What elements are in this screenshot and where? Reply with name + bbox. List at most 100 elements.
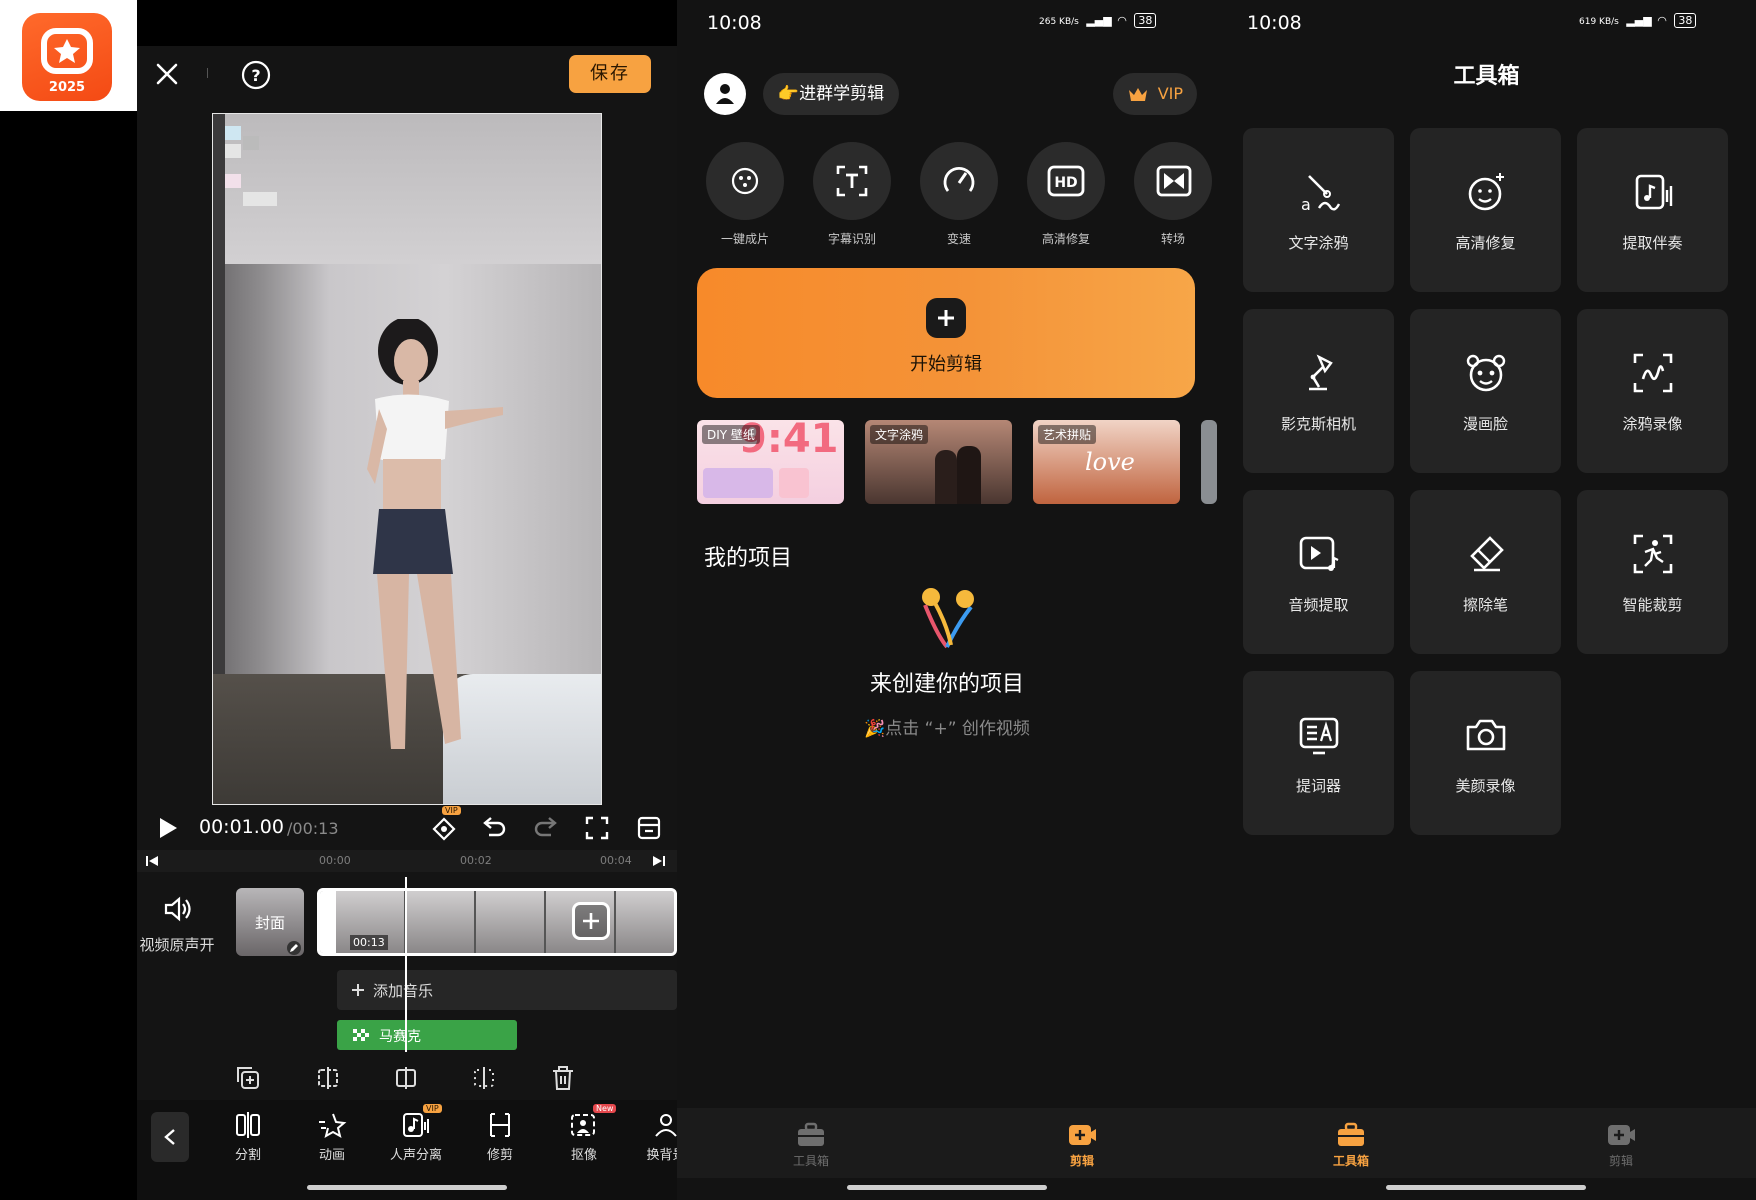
hd-badge-text: HD: [1054, 175, 1077, 191]
tool-label: 文字涂鸦: [1288, 234, 1349, 252]
quick-tool-label: 变速: [946, 232, 971, 246]
join-group-button[interactable]: 👉进群学剪辑: [763, 73, 899, 115]
fullscreen-icon[interactable]: [585, 816, 609, 840]
template-bike-card: [703, 468, 773, 498]
quick-tool-subtitle[interactable]: 字幕识别: [812, 142, 892, 247]
save-button[interactable]: 保存: [569, 55, 651, 93]
quick-tool-transition[interactable]: 转场: [1133, 142, 1213, 247]
copy-icon[interactable]: [235, 1065, 261, 1091]
user-avatar[interactable]: [704, 73, 746, 115]
home-indicator: [1386, 1185, 1586, 1190]
tool-label: 漫画脸: [1462, 415, 1508, 433]
undo-icon[interactable]: [481, 817, 507, 839]
delete-icon[interactable]: [551, 1065, 575, 1091]
change-bg-icon: [655, 1114, 677, 1137]
tool-vocal-separate[interactable]: 人声分离 VIP: [381, 1104, 451, 1163]
mosaic-effect-track[interactable]: 马赛克: [337, 1020, 517, 1050]
tool-label: 抠像: [570, 1148, 597, 1163]
vip-button[interactable]: VIP: [1113, 73, 1197, 115]
play-star-icon: [41, 28, 93, 74]
tool-label: 分割: [234, 1148, 261, 1163]
hd-repair-icon: HD: [1047, 165, 1085, 197]
back-button[interactable]: [151, 1112, 189, 1162]
app-logo: 2025: [22, 13, 112, 101]
keyframe-icon[interactable]: [430, 812, 458, 842]
tool-doodle-record[interactable]: 涂鸦录像: [1577, 309, 1728, 473]
tool-label: 动画: [318, 1148, 345, 1163]
quick-tool-one-click-film[interactable]: 一键成片: [705, 142, 785, 247]
template-diy-wallpaper[interactable]: 9:41 DIY 壁纸: [697, 420, 844, 504]
speed-icon: [943, 167, 975, 192]
tool-comic-face[interactable]: 漫画脸: [1410, 309, 1561, 473]
tool-teleprompter[interactable]: 提词器: [1243, 671, 1394, 835]
cover-thumbnail[interactable]: 封面: [236, 888, 304, 956]
mosaic-block: [225, 144, 241, 158]
animation-icon: [319, 1113, 347, 1139]
quick-tool-hd-repair[interactable]: HD 高清修复: [1026, 142, 1106, 247]
layout-icon[interactable]: [637, 816, 661, 840]
timeline-playhead[interactable]: [405, 877, 407, 1052]
clip-frame: [406, 891, 476, 953]
add-music-label: 添加音乐: [373, 982, 434, 1000]
tool-label: 提词器: [1295, 777, 1341, 795]
quick-tool-label: 转场: [1160, 232, 1185, 246]
add-music-button[interactable]: 添加音乐: [337, 970, 677, 1010]
video-preview[interactable]: [212, 113, 602, 805]
quick-tool-label: 字幕识别: [827, 232, 876, 246]
nav-toolbox[interactable]: 工具箱: [1311, 1122, 1391, 1169]
template-text-doodle[interactable]: 文字涂鸦: [865, 420, 1012, 504]
speaker-icon[interactable]: [163, 895, 193, 923]
skip-end-icon[interactable]: [652, 855, 666, 867]
battery-icon: 38: [1134, 13, 1157, 28]
trim-left-icon[interactable]: [315, 1065, 341, 1091]
play-icon[interactable]: [157, 816, 179, 840]
tool-lamp-camera[interactable]: 影克斯相机: [1243, 309, 1394, 473]
wifi-icon: ◠: [1117, 14, 1127, 27]
close-icon[interactable]: [155, 62, 179, 86]
template-art-collage[interactable]: love 艺术拼贴: [1033, 420, 1180, 504]
timeline-ruler[interactable]: [137, 850, 677, 872]
tool-trim[interactable]: 修剪: [465, 1110, 535, 1163]
template-tag: DIY 壁纸: [702, 425, 760, 444]
tool-cutout[interactable]: 抠像 New: [549, 1104, 619, 1163]
vocal-separate-icon: [403, 1113, 429, 1137]
user-icon: [716, 84, 734, 104]
plus-icon: [583, 913, 599, 929]
trim-right-icon[interactable]: [471, 1065, 497, 1091]
tool-smart-crop[interactable]: 智能裁剪: [1577, 490, 1728, 654]
tool-label: 美颜录像: [1455, 777, 1516, 795]
cover-label: 封面: [254, 914, 285, 932]
tool-audio-extract[interactable]: 音频提取: [1243, 490, 1394, 654]
clip-frame: [476, 891, 546, 953]
split-icon: [236, 1112, 260, 1138]
video-clip-track[interactable]: 00:13: [317, 888, 677, 956]
nav-edit[interactable]: 剪辑: [1581, 1122, 1661, 1169]
split-center-icon[interactable]: [393, 1065, 419, 1091]
tool-text-doodle[interactable]: a 文字涂鸦: [1243, 128, 1394, 292]
redo-icon[interactable]: [533, 817, 559, 839]
help-icon[interactable]: ?: [241, 60, 271, 90]
tool-animation[interactable]: 动画: [297, 1110, 367, 1163]
dancer-figure: [367, 319, 503, 749]
tool-split[interactable]: 分割: [213, 1110, 283, 1163]
tool-hd-repair[interactable]: 高清修复: [1410, 128, 1561, 292]
logo-year: 2025: [48, 80, 86, 95]
clip-trim-handle[interactable]: [320, 891, 336, 953]
doodle-record-icon: [1633, 353, 1673, 393]
start-editing-button[interactable]: 开始剪辑: [697, 268, 1195, 398]
mosaic-icon: [353, 1029, 369, 1041]
toolbox-panel: 10:08 619 KB/s ▂▄▆ ◠ 38 工具箱 a 文字涂鸦 高清修复 …: [1217, 0, 1756, 1200]
tool-change-bg[interactable]: 换背景: [631, 1110, 677, 1163]
tool-beauty-camera[interactable]: 美颜录像: [1410, 671, 1561, 835]
skip-start-icon[interactable]: [145, 855, 159, 867]
tool-extract-accompaniment[interactable]: 提取伴奏: [1577, 128, 1728, 292]
template-love-text: love: [1085, 448, 1135, 476]
original-audio-toggle[interactable]: 视频原声开: [137, 934, 217, 955]
add-clip-button[interactable]: [572, 902, 610, 940]
extract-accompaniment-icon: [1635, 174, 1673, 210]
nav-edit[interactable]: 剪辑: [1042, 1122, 1122, 1169]
tool-eraser[interactable]: 擦除笔: [1410, 490, 1561, 654]
quick-tool-speed[interactable]: 变速: [919, 142, 999, 247]
template-more[interactable]: [1201, 420, 1217, 504]
nav-toolbox[interactable]: 工具箱: [771, 1122, 851, 1169]
